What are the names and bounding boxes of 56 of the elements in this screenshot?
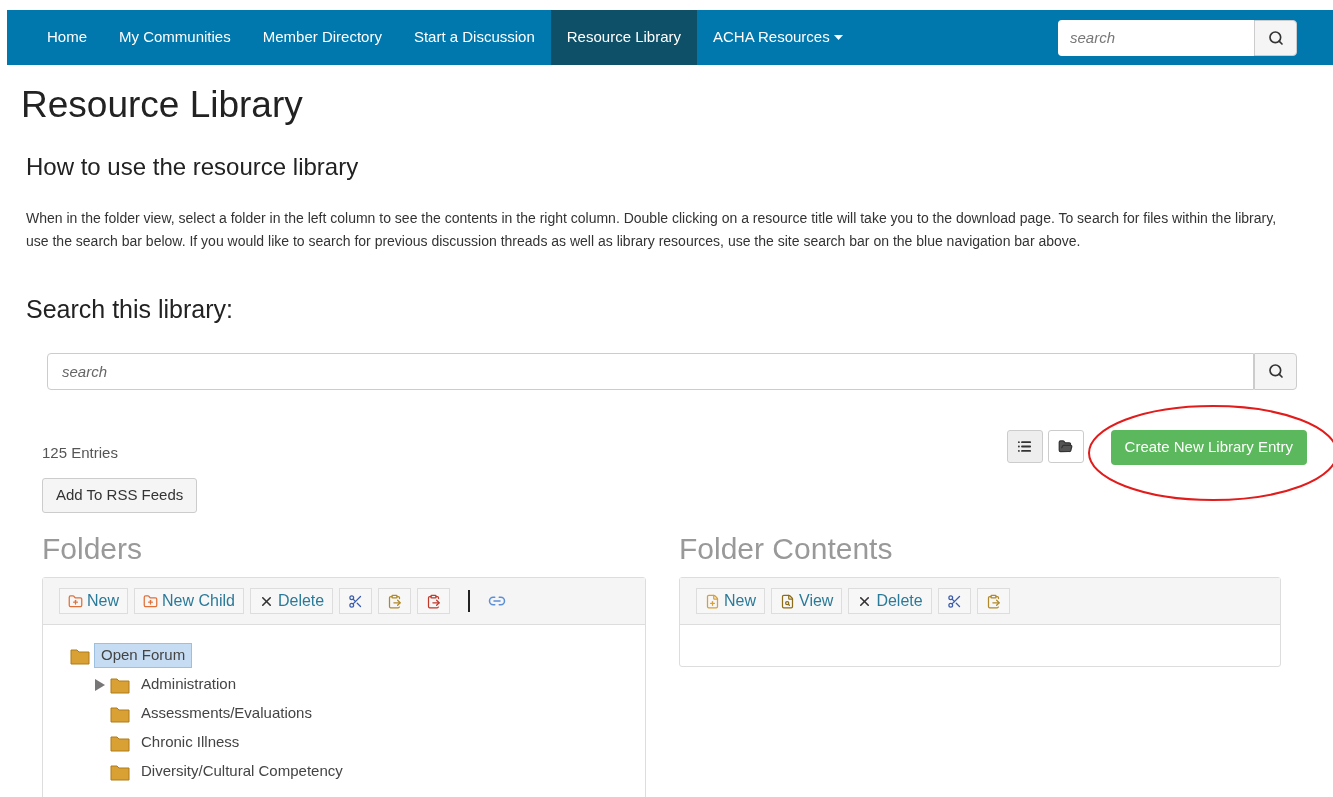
section-heading: Search this library:	[26, 294, 235, 325]
folder-label[interactable]: Chronic Illness	[134, 730, 247, 755]
folder-label[interactable]: Administration	[134, 672, 244, 697]
nav-link[interactable]: Resource Library	[550, 10, 697, 65]
panel-heading: Folder Contents	[679, 531, 894, 567]
toolbar-button[interactable]	[937, 588, 971, 614]
toolbar-button[interactable]	[976, 588, 1010, 614]
library-search-field[interactable]: search	[47, 352, 1254, 390]
expand-arrow-icon[interactable]	[94, 677, 106, 692]
file-search-icon	[780, 593, 795, 609]
folder-icon	[110, 762, 130, 781]
folder-label[interactable]: Diversity/Cultural Competency	[134, 759, 350, 784]
search-button[interactable]	[1254, 352, 1297, 390]
toolbar-button[interactable]	[378, 588, 412, 614]
folder-open-icon	[1058, 438, 1074, 454]
help-paragraph: When in the folder view, select a folder in the left column to see the contents in the right column. Double clicking on a resource title will take you to the download page. To search for files within the library, use the search bar below. If you would like to search for previous discussion threads as well as library resources, use the site search bar on the blue navigation bar above.	[26, 209, 1278, 251]
scissors-icon	[348, 593, 364, 609]
page-title: Resource Library	[21, 83, 304, 127]
create-entry-button[interactable]: Create New Library Entry	[1110, 429, 1307, 465]
list-icon	[1017, 438, 1033, 454]
toolbar-button[interactable]: New	[59, 588, 128, 614]
toolbar-button[interactable]: New	[696, 588, 765, 614]
toolbar-button[interactable]: New Child	[134, 588, 244, 614]
view-toggle[interactable]	[1047, 429, 1084, 463]
folder-label[interactable]: Assessments/Evaluations	[134, 701, 319, 726]
folder-label[interactable]: Open Forum	[94, 643, 193, 668]
search-icon	[1267, 29, 1284, 46]
clipboard-icon	[387, 593, 403, 609]
toolbar-button[interactable]: Delete	[848, 588, 932, 614]
search-icon	[1267, 363, 1284, 379]
entries-count: 125 Entries	[42, 442, 119, 463]
view-toggle[interactable]	[1006, 429, 1043, 463]
clipboard-icon	[426, 593, 442, 609]
toolbar-button[interactable]	[339, 588, 373, 614]
folder-plus-icon	[68, 593, 83, 609]
scissors-icon	[946, 593, 962, 609]
toolbar-button[interactable]	[417, 588, 451, 614]
folder-icon	[110, 675, 130, 694]
file-plus-icon	[705, 593, 720, 609]
toolbar-button[interactable]: Delete	[249, 588, 334, 614]
rss-button[interactable]: Add To RSS Feeds	[42, 478, 198, 513]
nav-link[interactable]: Start a Discussion	[397, 10, 551, 65]
nav-link[interactable]: Member Directory	[246, 10, 398, 65]
section-heading: How to use the resource library	[26, 152, 360, 182]
nav-link[interactable]: Home	[31, 10, 103, 65]
panel-heading: Folders	[42, 531, 144, 567]
search-field[interactable]: search	[1058, 19, 1254, 56]
clipboard-icon	[985, 593, 1001, 609]
folder-icon	[110, 704, 130, 723]
folder-plus-icon	[143, 593, 158, 609]
search-button[interactable]	[1254, 19, 1297, 56]
folder-icon	[110, 733, 130, 752]
toolbar-button[interactable]: View	[771, 588, 843, 614]
folder-icon	[70, 646, 90, 665]
nav-link[interactable]: My Communities	[103, 10, 247, 65]
nav-link[interactable]: ACHA Resources	[697, 10, 859, 65]
